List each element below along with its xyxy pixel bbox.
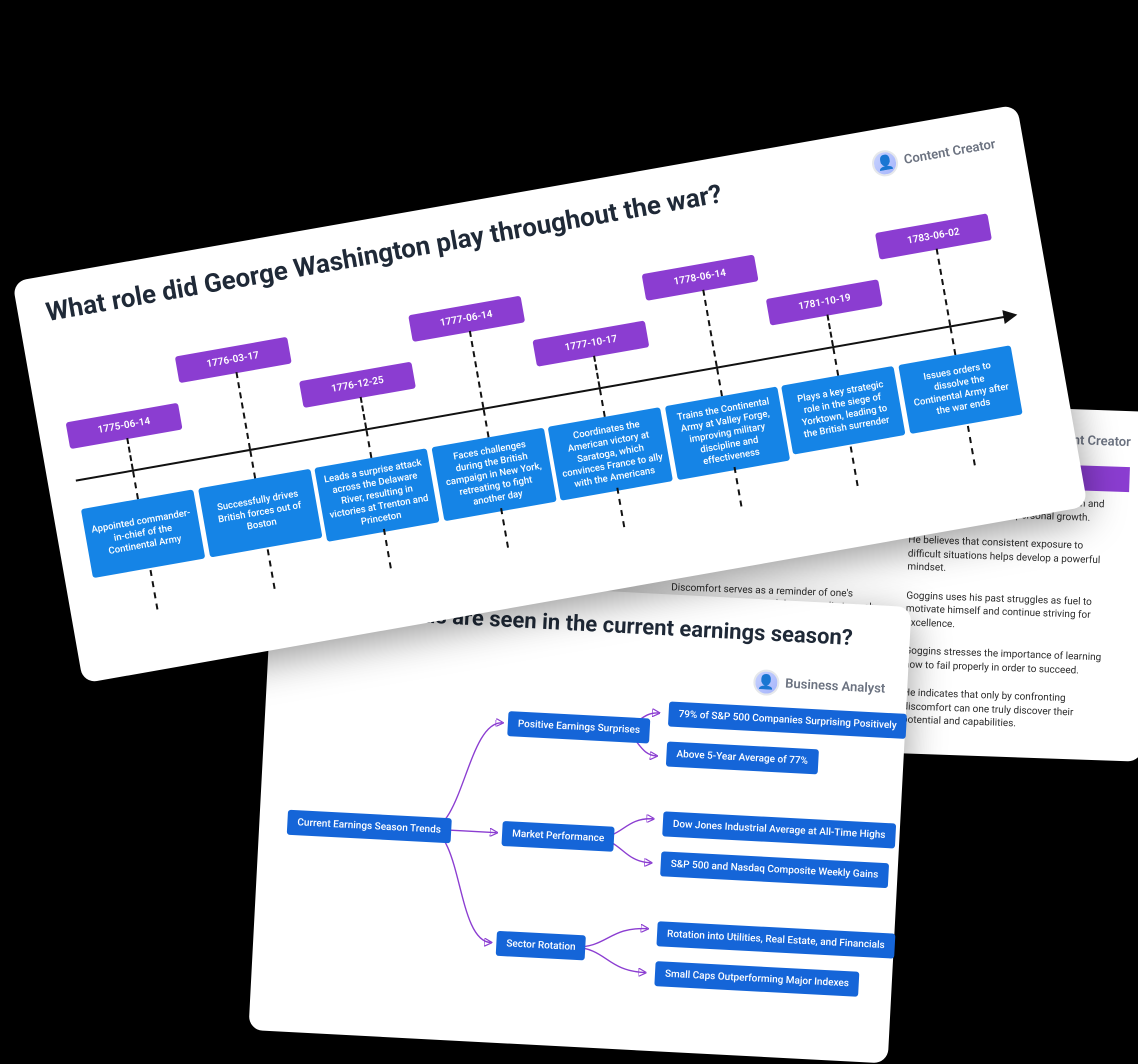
avatar-icon: [870, 148, 900, 178]
timeline-date: 1777-06-14: [408, 296, 525, 342]
earnings-tree-card: What trends are seen in the current earn…: [248, 574, 911, 1064]
tree-node: S&P 500 and Nasdaq Composite Weekly Gain…: [660, 851, 889, 888]
tree-node: Positive Earnings Surprises: [507, 711, 650, 743]
tree-node: Above 5-Year Average of 77%: [666, 741, 819, 774]
tree-node: 79% of S&P 500 Companies Surprising Posi…: [668, 702, 907, 739]
connector: [949, 327, 956, 355]
timeline-date: 1778-06-14: [641, 255, 758, 301]
timeline-date: 1776-12-25: [299, 362, 416, 408]
timeline-date: 1781-10-19: [766, 279, 883, 325]
tree-node: Current Earnings Season Trends: [287, 810, 452, 844]
connector: [482, 410, 489, 438]
cell-perspective: He believes that consistent exposure to …: [897, 526, 1128, 588]
connector: [967, 426, 976, 466]
connector: [132, 471, 139, 499]
timeline-desc: Issues orders to dissolve the Continenta…: [898, 345, 1022, 434]
timeline-desc: Successfully drives British forces out o…: [198, 469, 322, 558]
tree-diagram: Current Earnings Season Trends Positive E…: [279, 682, 878, 1022]
connector: [702, 290, 718, 367]
timeline-date: 1783-06-02: [875, 213, 992, 259]
timeline-desc: Leads a surprise attack across the Delaw…: [314, 448, 439, 542]
cell-perspective: Goggins stresses the importance of learn…: [893, 637, 1123, 686]
connector: [469, 331, 485, 408]
timeline-date: 1776-03-17: [174, 337, 291, 383]
timeline-date: 1777-10-17: [533, 320, 650, 366]
connector: [833, 348, 840, 376]
author-name: Business Analyst: [785, 676, 886, 696]
connector: [716, 368, 723, 396]
tree-node: Dow Jones Industrial Average at All-Time…: [662, 811, 896, 848]
connector: [150, 570, 159, 610]
author-badge: Business Analyst: [753, 669, 886, 702]
connector: [266, 549, 275, 589]
connector: [593, 356, 601, 388]
timeline-desc: Coordinates the American victory at Sara…: [548, 407, 673, 501]
tree-node: Market Performance: [501, 821, 614, 852]
timeline-desc: Appointed commander-in-chief of the Cont…: [81, 489, 205, 578]
tree-node: Small Caps Outperforming Major Indexes: [654, 961, 859, 997]
connector: [500, 508, 509, 548]
connector: [383, 529, 392, 569]
author-name: Content Creator: [903, 136, 997, 167]
avatar-icon: [753, 669, 780, 696]
author-badge: Content Creator: [870, 131, 997, 178]
connector: [360, 397, 368, 429]
connector: [235, 372, 251, 449]
timeline-desc: Trains the Continental Army at Valley Fo…: [665, 386, 790, 480]
connector: [617, 488, 626, 528]
cell-perspective: Goggins uses his past struggles as fuel …: [895, 582, 1126, 644]
cell-perspective: He indicates that only by confronting di…: [892, 679, 1123, 741]
connector: [733, 467, 742, 507]
connector: [599, 389, 606, 417]
connector: [827, 314, 835, 346]
tree-node: Sector Rotation: [496, 931, 587, 961]
connector: [126, 438, 134, 470]
timeline-date: 1775-06-14: [66, 403, 183, 449]
connector: [850, 446, 859, 486]
connector: [936, 248, 952, 325]
connector: [366, 430, 373, 458]
connector: [249, 451, 256, 479]
tree-node: Rotation into Utilities, Real Estate, an…: [656, 921, 895, 958]
timeline-desc: Faces challenges during the British camp…: [431, 428, 556, 522]
timeline-desc: Plays a key strategic role in the siege …: [781, 366, 905, 455]
